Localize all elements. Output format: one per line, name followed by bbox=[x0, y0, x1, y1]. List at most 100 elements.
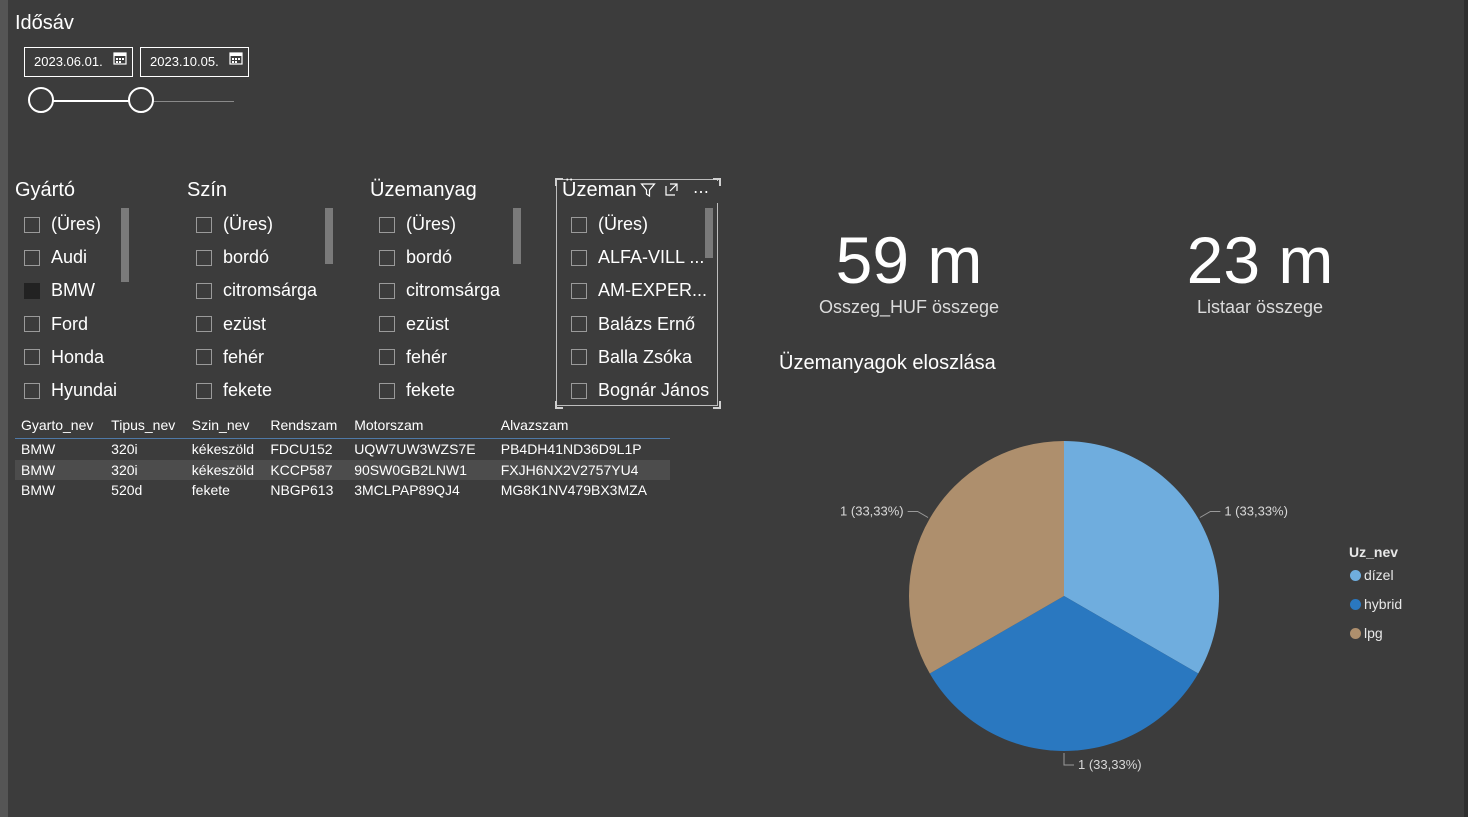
slicer-item[interactable]: AM-EXPER... bbox=[571, 274, 709, 307]
calendar-icon[interactable] bbox=[113, 47, 127, 75]
slicer-item[interactable]: fekete bbox=[379, 374, 500, 407]
column-header[interactable]: Gyarto_nev bbox=[15, 412, 105, 439]
legend-item[interactable]: lpg bbox=[1350, 625, 1383, 641]
calendar-icon[interactable] bbox=[229, 47, 243, 75]
pie-slice-3[interactable] bbox=[908, 441, 1064, 674]
slicer-item[interactable]: (Üres) bbox=[24, 208, 117, 241]
table-row[interactable]: BMW 520d fekete NBGP613 3MCLPAP89QJ4 MG8… bbox=[15, 480, 670, 501]
checkbox[interactable] bbox=[571, 282, 587, 299]
range-slider-start-handle[interactable] bbox=[28, 87, 54, 113]
slicer-scrollbar[interactable] bbox=[705, 208, 713, 258]
table-cell: KCCP587 bbox=[270, 461, 333, 478]
checkbox[interactable] bbox=[196, 349, 212, 366]
checkbox-checked[interactable] bbox=[24, 282, 40, 299]
slicer-item[interactable]: Balázs Ernő bbox=[571, 308, 709, 341]
table-header-row: Gyarto_nev Tipus_nev Szin_nev Rendszam M… bbox=[15, 412, 670, 439]
slicer-item[interactable]: fekete bbox=[196, 374, 317, 407]
column-header[interactable]: Tipus_nev bbox=[105, 412, 186, 439]
range-slider-selected bbox=[41, 100, 142, 102]
range-slider-end-handle[interactable] bbox=[128, 87, 155, 113]
slicer-scrollbar[interactable] bbox=[121, 208, 129, 282]
slicer-item-label: (Üres) bbox=[223, 214, 273, 235]
checkbox[interactable] bbox=[571, 382, 587, 399]
slicer-item[interactable]: fehér bbox=[379, 341, 500, 374]
slicer-item[interactable]: BMW bbox=[24, 274, 117, 307]
legend-item[interactable]: hybrid bbox=[1350, 596, 1402, 612]
column-header[interactable]: Motorszam bbox=[348, 412, 495, 439]
slicer-item[interactable]: fehér bbox=[196, 341, 317, 374]
slicer-title-operator: Üzeman bbox=[562, 179, 637, 201]
resize-handle[interactable] bbox=[555, 401, 563, 409]
end-date-input[interactable]: 2023.10.05. bbox=[140, 47, 249, 77]
checkbox[interactable] bbox=[379, 382, 395, 399]
slicer-item-label: BMW bbox=[51, 280, 95, 301]
slicer-item-label: ALFA-VILL ... bbox=[598, 247, 705, 268]
table-cell: PB4DH41ND36D9L1P bbox=[500, 441, 642, 458]
slicer-item[interactable]: ezüst bbox=[379, 308, 500, 341]
checkbox[interactable] bbox=[24, 382, 40, 399]
checkbox[interactable] bbox=[196, 216, 212, 233]
slicer-item[interactable]: bordó bbox=[379, 241, 500, 274]
page-left-edge bbox=[0, 0, 8, 817]
checkbox[interactable] bbox=[379, 282, 395, 299]
kpi-total-huf-label: Osszeg_HUF összege bbox=[818, 297, 1000, 317]
legend-label: lpg bbox=[1364, 625, 1383, 641]
checkbox[interactable] bbox=[571, 216, 587, 233]
slicer-item-label: Balázs Ernő bbox=[598, 313, 696, 334]
checkbox[interactable] bbox=[379, 316, 395, 333]
slicer-item[interactable]: Audi bbox=[24, 241, 117, 274]
date-slicer-title: Idősáv bbox=[15, 12, 74, 34]
table-cell: kékeszöld bbox=[191, 441, 255, 458]
checkbox[interactable] bbox=[571, 249, 587, 266]
slicer-title-fuel: Üzemanyag bbox=[370, 179, 477, 201]
checkbox[interactable] bbox=[24, 349, 40, 366]
kpi-list-price-label: Listaar összege bbox=[1196, 297, 1324, 317]
slicer-title-manufacturer: Gyártó bbox=[15, 179, 76, 201]
resize-handle[interactable] bbox=[713, 401, 721, 409]
slicer-item[interactable]: Balla Zsóka bbox=[571, 341, 709, 374]
slicer-item[interactable]: bordó bbox=[196, 241, 317, 274]
slicer-item[interactable]: Honda bbox=[24, 341, 117, 374]
checkbox[interactable] bbox=[24, 249, 40, 266]
checkbox[interactable] bbox=[24, 216, 40, 233]
focus-mode-icon[interactable] bbox=[664, 182, 679, 202]
slicer-item[interactable]: (Üres) bbox=[379, 208, 500, 241]
checkbox[interactable] bbox=[196, 382, 212, 399]
slicer-scrollbar[interactable] bbox=[325, 208, 333, 264]
slicer-item[interactable]: citromsárga bbox=[196, 274, 317, 307]
table-cell: NBGP613 bbox=[270, 482, 334, 499]
slicer-item[interactable]: (Üres) bbox=[571, 208, 709, 241]
column-header[interactable]: Alvazszam bbox=[495, 412, 670, 439]
slicer-item[interactable]: Bognár János bbox=[571, 374, 709, 407]
legend-item[interactable]: dízel bbox=[1350, 567, 1394, 583]
slicer-item[interactable]: Hyundai bbox=[24, 374, 117, 407]
checkbox[interactable] bbox=[379, 349, 395, 366]
table-row[interactable]: BMW 320i kékeszöld KCCP587 90SW0GB2LNW1 … bbox=[15, 459, 670, 480]
checkbox[interactable] bbox=[379, 216, 395, 233]
slicer-item-label: ezüst bbox=[406, 313, 450, 334]
slicer-item[interactable]: ALFA-VILL ... bbox=[571, 241, 709, 274]
checkbox[interactable] bbox=[196, 282, 212, 299]
end-date-value: 2023.10.05. bbox=[150, 54, 219, 69]
filter-icon[interactable] bbox=[640, 182, 656, 203]
slicer-item[interactable]: Ford bbox=[24, 308, 117, 341]
checkbox[interactable] bbox=[196, 249, 212, 266]
slicer-list-operator: (Üres) ALFA-VILL ... AM-EXPER... Balázs … bbox=[571, 208, 709, 407]
checkbox[interactable] bbox=[196, 316, 212, 333]
checkbox[interactable] bbox=[24, 316, 40, 333]
more-options-icon[interactable]: ⋯ bbox=[693, 182, 710, 202]
start-date-input[interactable]: 2023.06.01. bbox=[24, 47, 133, 77]
slicer-item[interactable]: citromsárga bbox=[379, 274, 500, 307]
table-row[interactable]: BMW 320i kékeszöld FDCU152 UQW7UW3WZS7E … bbox=[15, 439, 670, 460]
column-header[interactable]: Szin_nev bbox=[186, 412, 265, 439]
slicer-item[interactable]: ezüst bbox=[196, 308, 317, 341]
checkbox[interactable] bbox=[571, 349, 587, 366]
checkbox[interactable] bbox=[379, 249, 395, 266]
column-header[interactable]: Rendszam bbox=[264, 412, 348, 439]
checkbox[interactable] bbox=[571, 316, 587, 333]
legend-label: dízel bbox=[1364, 567, 1394, 583]
pie-slice-2[interactable] bbox=[929, 596, 1199, 751]
slicer-scrollbar[interactable] bbox=[513, 208, 521, 264]
pie-slice-1[interactable] bbox=[1064, 441, 1219, 674]
slicer-item[interactable]: (Üres) bbox=[196, 208, 317, 241]
